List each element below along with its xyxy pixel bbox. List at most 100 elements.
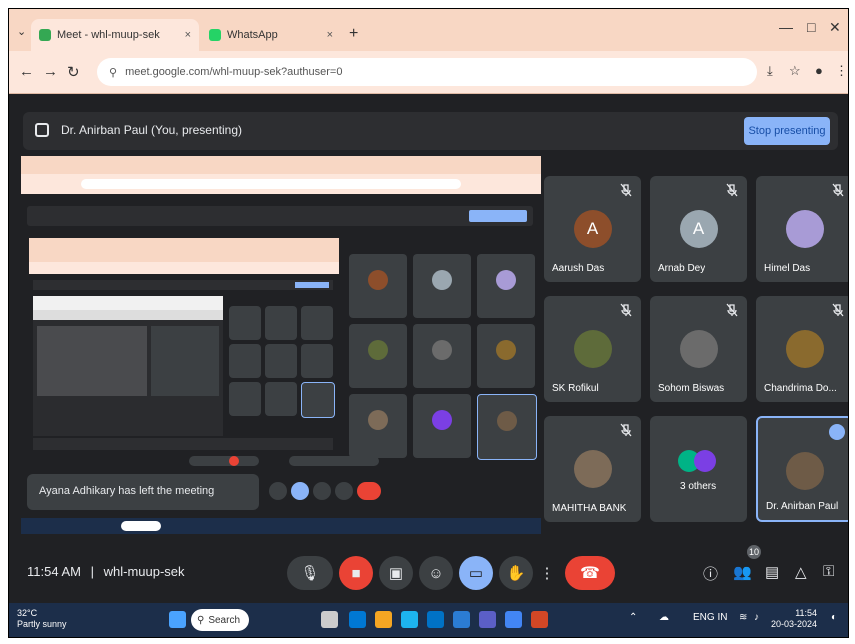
activities-icon[interactable]: △ — [795, 563, 807, 581]
file-explorer-icon[interactable] — [375, 611, 392, 628]
close-icon[interactable]: × — [185, 29, 191, 41]
tab-search-icon[interactable]: ⌄ — [17, 25, 26, 38]
mic-off-icon — [620, 423, 632, 437]
nested-screen-2 — [29, 238, 339, 458]
volume-icon[interactable]: ♪ — [754, 612, 759, 623]
participant-name: MAHITHA BANK — [552, 503, 627, 514]
notifications-icon[interactable]: ◐ — [831, 612, 837, 623]
participant-name: Chandrima Do... — [764, 383, 837, 394]
participant-name: SK Rofikul — [552, 383, 599, 394]
menu-icon[interactable]: ⋮ — [835, 63, 848, 79]
maximize-button[interactable]: □ — [807, 19, 815, 35]
tab-meet[interactable]: Meet - whl-muup-sek × — [31, 19, 199, 51]
clock-date: 20-03-2024 — [771, 619, 818, 629]
address-bar[interactable]: ⚲ meet.google.com/whl-muup-sek?authuser=… — [97, 58, 757, 86]
more-vert-icon: ⋮ — [539, 565, 555, 582]
browser-tab-bar: ⌄ Meet - whl-muup-sek × WhatsApp × + — □… — [9, 9, 848, 51]
people-icon[interactable]: 👥 — [733, 563, 752, 581]
taskbar-search[interactable]: ⚲ Search — [191, 609, 249, 631]
tab-meet-label: Meet - whl-muup-sek — [57, 29, 160, 41]
participant-tile[interactable]: MAHITHA BANK — [544, 416, 641, 522]
host-controls-icon[interactable]: ⚿ — [823, 563, 834, 580]
presenting-bar: Dr. Anirban Paul (You, presenting) Stop … — [23, 112, 838, 150]
avatar: A — [679, 210, 718, 248]
present-button[interactable]: ▭ — [459, 556, 493, 590]
mic-icon: 🎙 — [300, 565, 320, 582]
new-tab-button[interactable]: + — [349, 25, 358, 43]
taskbar-clock[interactable]: 11:54 20-03-2024 — [771, 608, 817, 630]
nested-control-icons — [269, 482, 419, 502]
meeting-code: whl-muup-sek — [103, 564, 185, 579]
hand-icon: ✋ — [506, 565, 526, 582]
mic-off-icon — [832, 183, 844, 197]
participant-name: Aarush Das — [552, 263, 605, 274]
pin-icon[interactable] — [829, 424, 845, 440]
camera-off-button[interactable]: ■ — [339, 556, 373, 590]
nested-presenting-bar — [27, 206, 533, 226]
leave-call-button[interactable]: ☎ — [565, 556, 615, 590]
mic-off-icon — [832, 303, 844, 317]
participant-tile[interactable]: Chandrima Do... — [756, 296, 848, 402]
weather-widget[interactable]: 32°C Partly sunny — [17, 608, 67, 630]
teams-icon[interactable] — [479, 611, 496, 628]
participant-tile[interactable]: A Arnab Dey — [650, 176, 747, 282]
emoji-button[interactable]: ☺ — [419, 556, 453, 590]
participant-name: Arnab Dey — [658, 263, 706, 274]
mic-button[interactable]: 🎙 — [287, 556, 333, 590]
tab-whatsapp[interactable]: WhatsApp × — [201, 19, 341, 51]
participant-tile-others[interactable]: 3 others — [650, 416, 747, 522]
stop-presenting-button[interactable]: Stop presenting — [744, 117, 830, 145]
language-indicator[interactable]: ENG IN — [693, 612, 727, 623]
participant-name: Dr. Anirban Paul — [766, 501, 839, 512]
screen-frame: ⌄ Meet - whl-muup-sek × WhatsApp × + — □… — [8, 8, 849, 638]
chat-icon[interactable]: ▤ — [765, 563, 779, 581]
search-placeholder: Search — [208, 614, 241, 626]
task-view-icon[interactable] — [321, 611, 338, 628]
camera-off-icon: ■ — [351, 564, 361, 582]
word-icon[interactable] — [453, 611, 470, 628]
search-icon: ⚲ — [197, 614, 205, 626]
avatar: A — [573, 210, 612, 248]
forward-icon[interactable]: → — [43, 63, 58, 80]
bookmark-star-icon[interactable]: ☆ — [789, 63, 801, 79]
mic-off-icon — [620, 303, 632, 317]
avatar — [785, 210, 824, 248]
profile-icon[interactable]: ● — [815, 63, 823, 78]
minimize-button[interactable]: — — [779, 19, 793, 35]
mail-icon[interactable] — [427, 611, 444, 628]
store-icon[interactable] — [401, 611, 418, 628]
site-info-icon[interactable]: ⚲ — [109, 66, 117, 79]
participant-name: Himel Das — [764, 263, 811, 274]
edge-icon[interactable] — [349, 611, 366, 628]
start-icon[interactable] — [169, 611, 186, 628]
reload-icon[interactable]: ↻ — [67, 63, 80, 81]
more-options-button[interactable]: ⋮ — [535, 556, 559, 590]
url-text: meet.google.com/whl-muup-sek?authuser=0 — [125, 66, 343, 78]
download-icon[interactable]: ⤓ — [767, 63, 773, 79]
hangup-icon: ☎ — [580, 565, 600, 582]
present-screen-icon — [35, 123, 49, 137]
cloud-icon[interactable]: ☁ — [659, 612, 669, 623]
wifi-icon[interactable]: ≋ — [739, 612, 747, 623]
chrome-icon[interactable] — [505, 611, 522, 628]
toast-text: Ayana Adhikary has left the meeting — [39, 485, 215, 497]
participant-tile-self[interactable]: Dr. Anirban Paul — [756, 416, 848, 522]
back-icon[interactable]: ← — [19, 63, 34, 80]
participant-tile[interactable]: Sohom Biswas — [650, 296, 747, 402]
powerpoint-icon[interactable] — [531, 611, 548, 628]
participant-tile[interactable]: Himel Das — [756, 176, 848, 282]
nested-toolbar — [21, 174, 541, 194]
avatar — [694, 450, 716, 472]
close-icon[interactable]: × — [327, 29, 333, 41]
captions-button[interactable]: ▣ — [379, 556, 413, 590]
mic-off-icon — [726, 303, 738, 317]
mic-off-icon — [620, 183, 632, 197]
participant-tile[interactable]: A Aarush Das — [544, 176, 641, 282]
emoji-icon: ☺ — [428, 564, 444, 582]
raise-hand-button[interactable]: ✋ — [499, 556, 533, 590]
tray-chevron-icon[interactable]: ⌃ — [629, 612, 637, 623]
info-icon[interactable]: ⓘ — [703, 563, 718, 584]
participant-tile[interactable]: SK Rofikul — [544, 296, 641, 402]
close-window-button[interactable]: ✕ — [829, 19, 841, 36]
captions-icon: ▣ — [388, 565, 404, 582]
